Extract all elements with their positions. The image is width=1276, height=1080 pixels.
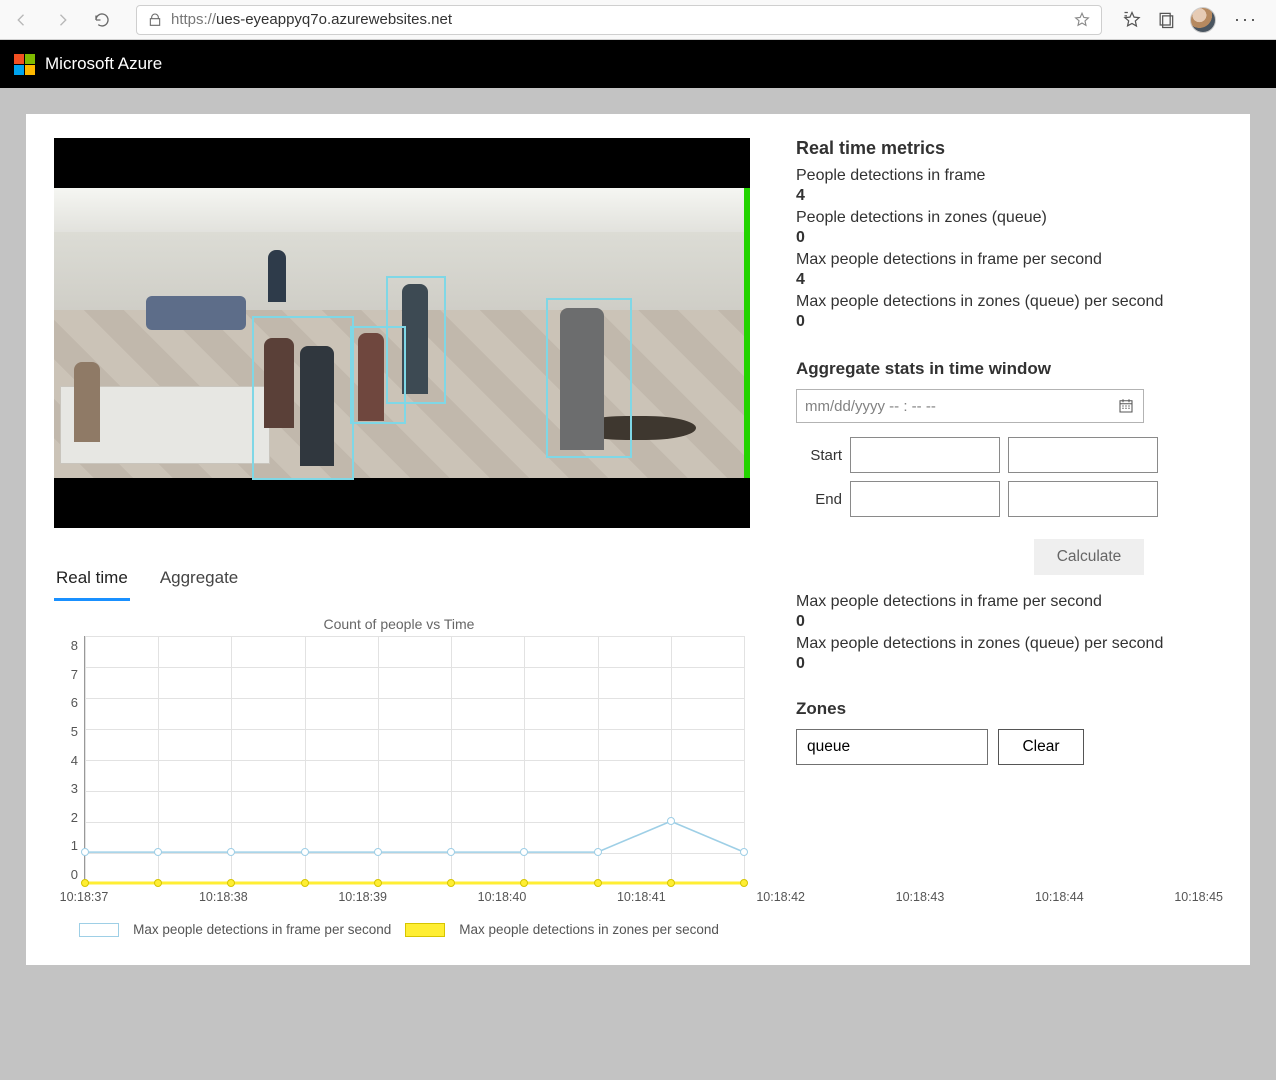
main-card: Real time Aggregate Count of people vs T…	[26, 114, 1250, 965]
agg-maxzones-value: 0	[796, 655, 1222, 673]
end-time-input[interactable]	[1008, 481, 1158, 517]
legend-label-frame: Max people detections in frame per secon…	[133, 922, 391, 937]
tab-aggregate[interactable]: Aggregate	[158, 562, 240, 601]
favorites-list-icon[interactable]	[1122, 10, 1142, 30]
metric-frame-label: People detections in frame	[796, 167, 1222, 185]
arrow-right-icon	[53, 11, 71, 29]
agg-maxframe-label: Max people detections in frame per secon…	[796, 593, 1222, 611]
product-name: Microsoft Azure	[45, 54, 162, 74]
metrics-heading: Real time metrics	[796, 138, 1222, 159]
metric-maxframe-value: 4	[796, 271, 1222, 289]
legend-label-zones: Max people detections in zones per secon…	[459, 922, 719, 937]
back-button[interactable]	[8, 6, 36, 34]
forward-button[interactable]	[48, 6, 76, 34]
metric-zones-value: 0	[796, 229, 1222, 247]
azure-header: Microsoft Azure	[0, 40, 1276, 88]
zones-heading: Zones	[796, 699, 1222, 719]
profile-avatar[interactable]	[1190, 7, 1216, 33]
zone-name-input[interactable]	[796, 729, 988, 765]
chart-tabs: Real time Aggregate	[54, 562, 750, 602]
metric-maxzones-value: 0	[796, 313, 1222, 331]
chart-legend: Max people detections in frame per secon…	[54, 922, 744, 937]
start-time-input[interactable]	[1008, 437, 1158, 473]
clear-button[interactable]: Clear	[998, 729, 1084, 765]
metric-zones-label: People detections in zones (queue)	[796, 209, 1222, 227]
video-scene	[54, 188, 750, 478]
tab-realtime[interactable]: Real time	[54, 562, 130, 601]
metric-maxframe-label: Max people detections in frame per secon…	[796, 251, 1222, 269]
end-label: End	[796, 491, 842, 508]
browser-toolbar: https://ues-eyeappyq7o.azurewebsites.net…	[0, 0, 1276, 40]
metric-frame-value: 4	[796, 187, 1222, 205]
refresh-icon	[93, 11, 111, 29]
start-label: Start	[796, 447, 842, 464]
datetime-placeholder: mm/dd/yyyy -- : -- --	[805, 398, 936, 415]
zone-line	[744, 188, 750, 478]
browser-right-icons: ···	[1122, 7, 1268, 33]
datetime-picker[interactable]: mm/dd/yyyy -- : -- --	[796, 389, 1144, 423]
end-date-input[interactable]	[850, 481, 1000, 517]
address-bar[interactable]: https://ues-eyeappyq7o.azurewebsites.net	[136, 5, 1102, 35]
video-feed[interactable]	[54, 138, 750, 528]
chart-x-axis: 10:18:3710:18:3810:18:3910:18:4010:18:41…	[84, 884, 744, 904]
chart-title: Count of people vs Time	[54, 616, 744, 632]
chart-plot-area[interactable]	[84, 636, 744, 884]
calendar-icon[interactable]	[1117, 397, 1135, 415]
detection-box	[386, 276, 446, 404]
agg-maxzones-label: Max people detections in zones (queue) p…	[796, 635, 1222, 653]
agg-maxframe-value: 0	[796, 613, 1222, 631]
microsoft-logo-icon	[14, 54, 35, 75]
favorite-star-icon[interactable]	[1073, 11, 1091, 29]
refresh-button[interactable]	[88, 6, 116, 34]
start-date-input[interactable]	[850, 437, 1000, 473]
lock-icon	[147, 12, 163, 28]
chart-container: Count of people vs Time 876543210 10:18:…	[54, 616, 744, 937]
more-menu-icon[interactable]: ···	[1230, 9, 1262, 30]
url-text: https://ues-eyeappyq7o.azurewebsites.net	[171, 11, 452, 28]
legend-swatch-frame	[79, 923, 119, 937]
aggregate-heading: Aggregate stats in time window	[796, 359, 1222, 379]
metric-maxzones-label: Max people detections in zones (queue) p…	[796, 293, 1222, 311]
arrow-left-icon	[13, 11, 31, 29]
calculate-button[interactable]: Calculate	[1034, 539, 1144, 575]
collections-icon[interactable]	[1156, 10, 1176, 30]
detection-box	[252, 316, 354, 480]
chart-y-axis: 876543210	[54, 636, 84, 884]
legend-swatch-zones	[405, 923, 445, 937]
detection-box	[546, 298, 632, 458]
